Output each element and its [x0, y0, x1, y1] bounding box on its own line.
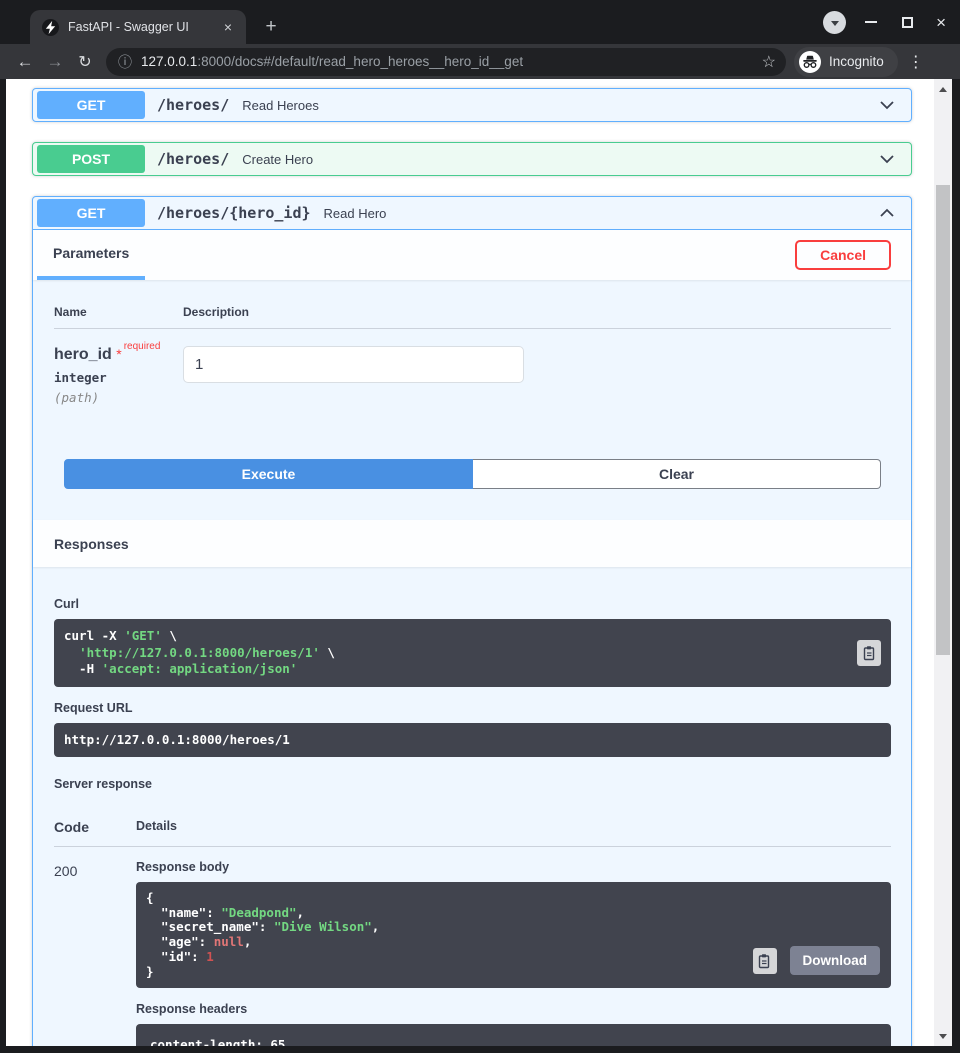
- site-info-icon[interactable]: ⓘ: [118, 52, 132, 72]
- window-maximize-button[interactable]: [902, 16, 914, 28]
- required-label: required: [123, 341, 161, 352]
- parameter-type: integer: [54, 370, 107, 385]
- cancel-button[interactable]: Cancel: [795, 240, 891, 270]
- execute-button[interactable]: Execute: [64, 459, 473, 489]
- browser-titlebar: FastAPI - Swagger UI × + ×: [0, 0, 960, 44]
- request-url-text: http://127.0.0.1:8000/heroes/1: [64, 731, 290, 747]
- clipboard-icon: [758, 953, 770, 968]
- endpoint-summary: Read Hero: [323, 205, 387, 221]
- url-path: :8000/docs#/default/read_hero_heroes__he…: [197, 54, 524, 69]
- endpoint-path: /heroes/: [157, 96, 230, 114]
- browser-toolbar: ← → ↻ ⓘ 127.0.0.1:8000/docs#/default/rea…: [0, 44, 960, 79]
- description-column-header: Description: [183, 305, 250, 319]
- opblock-header-create-hero[interactable]: POST /heroes/ Create Hero: [33, 143, 911, 175]
- responses-section-header: Responses: [33, 520, 911, 567]
- method-badge: GET: [37, 199, 145, 227]
- window-close-button[interactable]: ×: [936, 14, 946, 31]
- response-body-label: Response body: [136, 860, 230, 874]
- clear-button[interactable]: Clear: [473, 459, 881, 489]
- execute-row: Execute Clear: [64, 459, 881, 489]
- browser-menu-icon[interactable]: ⋮: [908, 52, 924, 72]
- download-button[interactable]: Download: [789, 946, 880, 976]
- parameters-table: Name Description hero_id * required integ…: [33, 280, 911, 459]
- triangle-down-icon: [939, 1033, 947, 1039]
- swagger-page: GET /heroes/ Read Heroes POST /heroes/ C…: [6, 79, 952, 1046]
- scroll-up-button[interactable]: [934, 81, 952, 97]
- opblock-body: Parameters Cancel Name Description hero_…: [33, 229, 911, 1046]
- endpoint-path: /heroes/{hero_id}: [157, 204, 311, 222]
- request-url-block: http://127.0.0.1:8000/heroes/1: [54, 722, 891, 757]
- copy-curl-button[interactable]: [857, 639, 881, 666]
- scroll-down-button[interactable]: [934, 1028, 952, 1044]
- address-bar[interactable]: ⓘ 127.0.0.1:8000/docs#/default/read_hero…: [106, 47, 786, 76]
- chevron-down-icon[interactable]: [877, 95, 897, 115]
- chevron-up-icon[interactable]: [877, 203, 897, 223]
- browser-tab[interactable]: FastAPI - Swagger UI ×: [30, 10, 246, 44]
- triangle-up-icon: [939, 86, 947, 92]
- responses-content: Curl curl -X 'GET' \ 'http://127.0.0.1:8…: [33, 567, 911, 1046]
- forward-button[interactable]: →: [40, 52, 70, 72]
- response-body-block: { "name": "Deadpond", "secret_name": "Di…: [136, 882, 891, 989]
- scrollbar-thumb[interactable]: [936, 185, 950, 655]
- curl-command-block: curl -X 'GET' \ 'http://127.0.0.1:8000/h…: [54, 619, 891, 687]
- bookmark-star-icon[interactable]: ☆: [762, 52, 776, 72]
- response-headers-label: Response headers: [136, 1002, 248, 1017]
- responses-title: Responses: [54, 535, 129, 552]
- tab-search-button[interactable]: [823, 10, 847, 34]
- endpoint-path: /heroes/: [157, 150, 230, 168]
- method-badge: POST: [37, 145, 145, 173]
- response-headers-block: content-length: 65content-type: applicat…: [136, 1024, 891, 1046]
- response-row: 200 Response body { "name": "Deadpond", …: [54, 847, 891, 1046]
- response-table-header: Code Details: [54, 799, 891, 847]
- curl-command-text: curl -X 'GET' \ 'http://127.0.0.1:8000/h…: [64, 628, 335, 676]
- endpoint-summary: Read Heroes: [242, 97, 319, 113]
- clipboard-icon: [863, 645, 874, 660]
- caret-down-icon: [830, 20, 839, 26]
- code-column-header: Code: [54, 819, 89, 835]
- opblock-header-read-hero[interactable]: GET /heroes/{hero_id} Read Hero: [33, 197, 911, 229]
- tab-close-icon[interactable]: ×: [220, 18, 236, 36]
- reload-button[interactable]: ↻: [70, 52, 100, 72]
- incognito-label: Incognito: [829, 54, 884, 69]
- opblock-get-read-hero: GET /heroes/{hero_id} Read Hero Paramete…: [32, 196, 912, 1046]
- tab-parameters[interactable]: Parameters: [37, 230, 146, 280]
- scrollbar[interactable]: [934, 79, 952, 1046]
- opblock-get-read-heroes: GET /heroes/ Read Heroes: [32, 88, 912, 122]
- window-minimize-button[interactable]: [865, 21, 878, 23]
- server-response-label: Server response: [54, 777, 152, 791]
- parameter-name: hero_id: [54, 346, 112, 363]
- url-text: 127.0.0.1:8000/docs#/default/read_hero_h…: [141, 54, 754, 69]
- new-tab-button[interactable]: +: [258, 14, 284, 40]
- method-badge: GET: [37, 91, 145, 119]
- copy-response-button[interactable]: [752, 947, 777, 974]
- name-column-header: Name: [54, 305, 87, 319]
- back-button[interactable]: ←: [10, 52, 40, 72]
- parameters-section-header: Parameters Cancel: [33, 230, 911, 280]
- parameters-tab-label: Parameters: [53, 245, 130, 261]
- chevron-down-icon[interactable]: [877, 149, 897, 169]
- parameter-row: hero_id * required integer (path): [54, 329, 891, 459]
- required-star: *: [116, 346, 122, 362]
- endpoint-summary: Create Hero: [242, 151, 314, 167]
- status-code: 200: [54, 863, 78, 879]
- incognito-badge: Incognito: [794, 46, 898, 77]
- curl-label: Curl: [54, 597, 79, 611]
- parameter-location: (path): [54, 390, 100, 405]
- hero-id-input[interactable]: [183, 346, 524, 383]
- opblock-header-read-heroes[interactable]: GET /heroes/ Read Heroes: [33, 89, 911, 121]
- opblock-post-create-hero: POST /heroes/ Create Hero: [32, 142, 912, 176]
- details-column-header: Details: [136, 819, 177, 833]
- url-host: 127.0.0.1: [141, 54, 198, 69]
- response-headers-text: content-length: 65content-type: applicat…: [150, 1037, 286, 1046]
- tab-title: FastAPI - Swagger UI: [68, 20, 189, 34]
- fastapi-favicon-icon: [42, 18, 59, 36]
- incognito-icon: [799, 50, 821, 73]
- request-url-label: Request URL: [54, 700, 133, 715]
